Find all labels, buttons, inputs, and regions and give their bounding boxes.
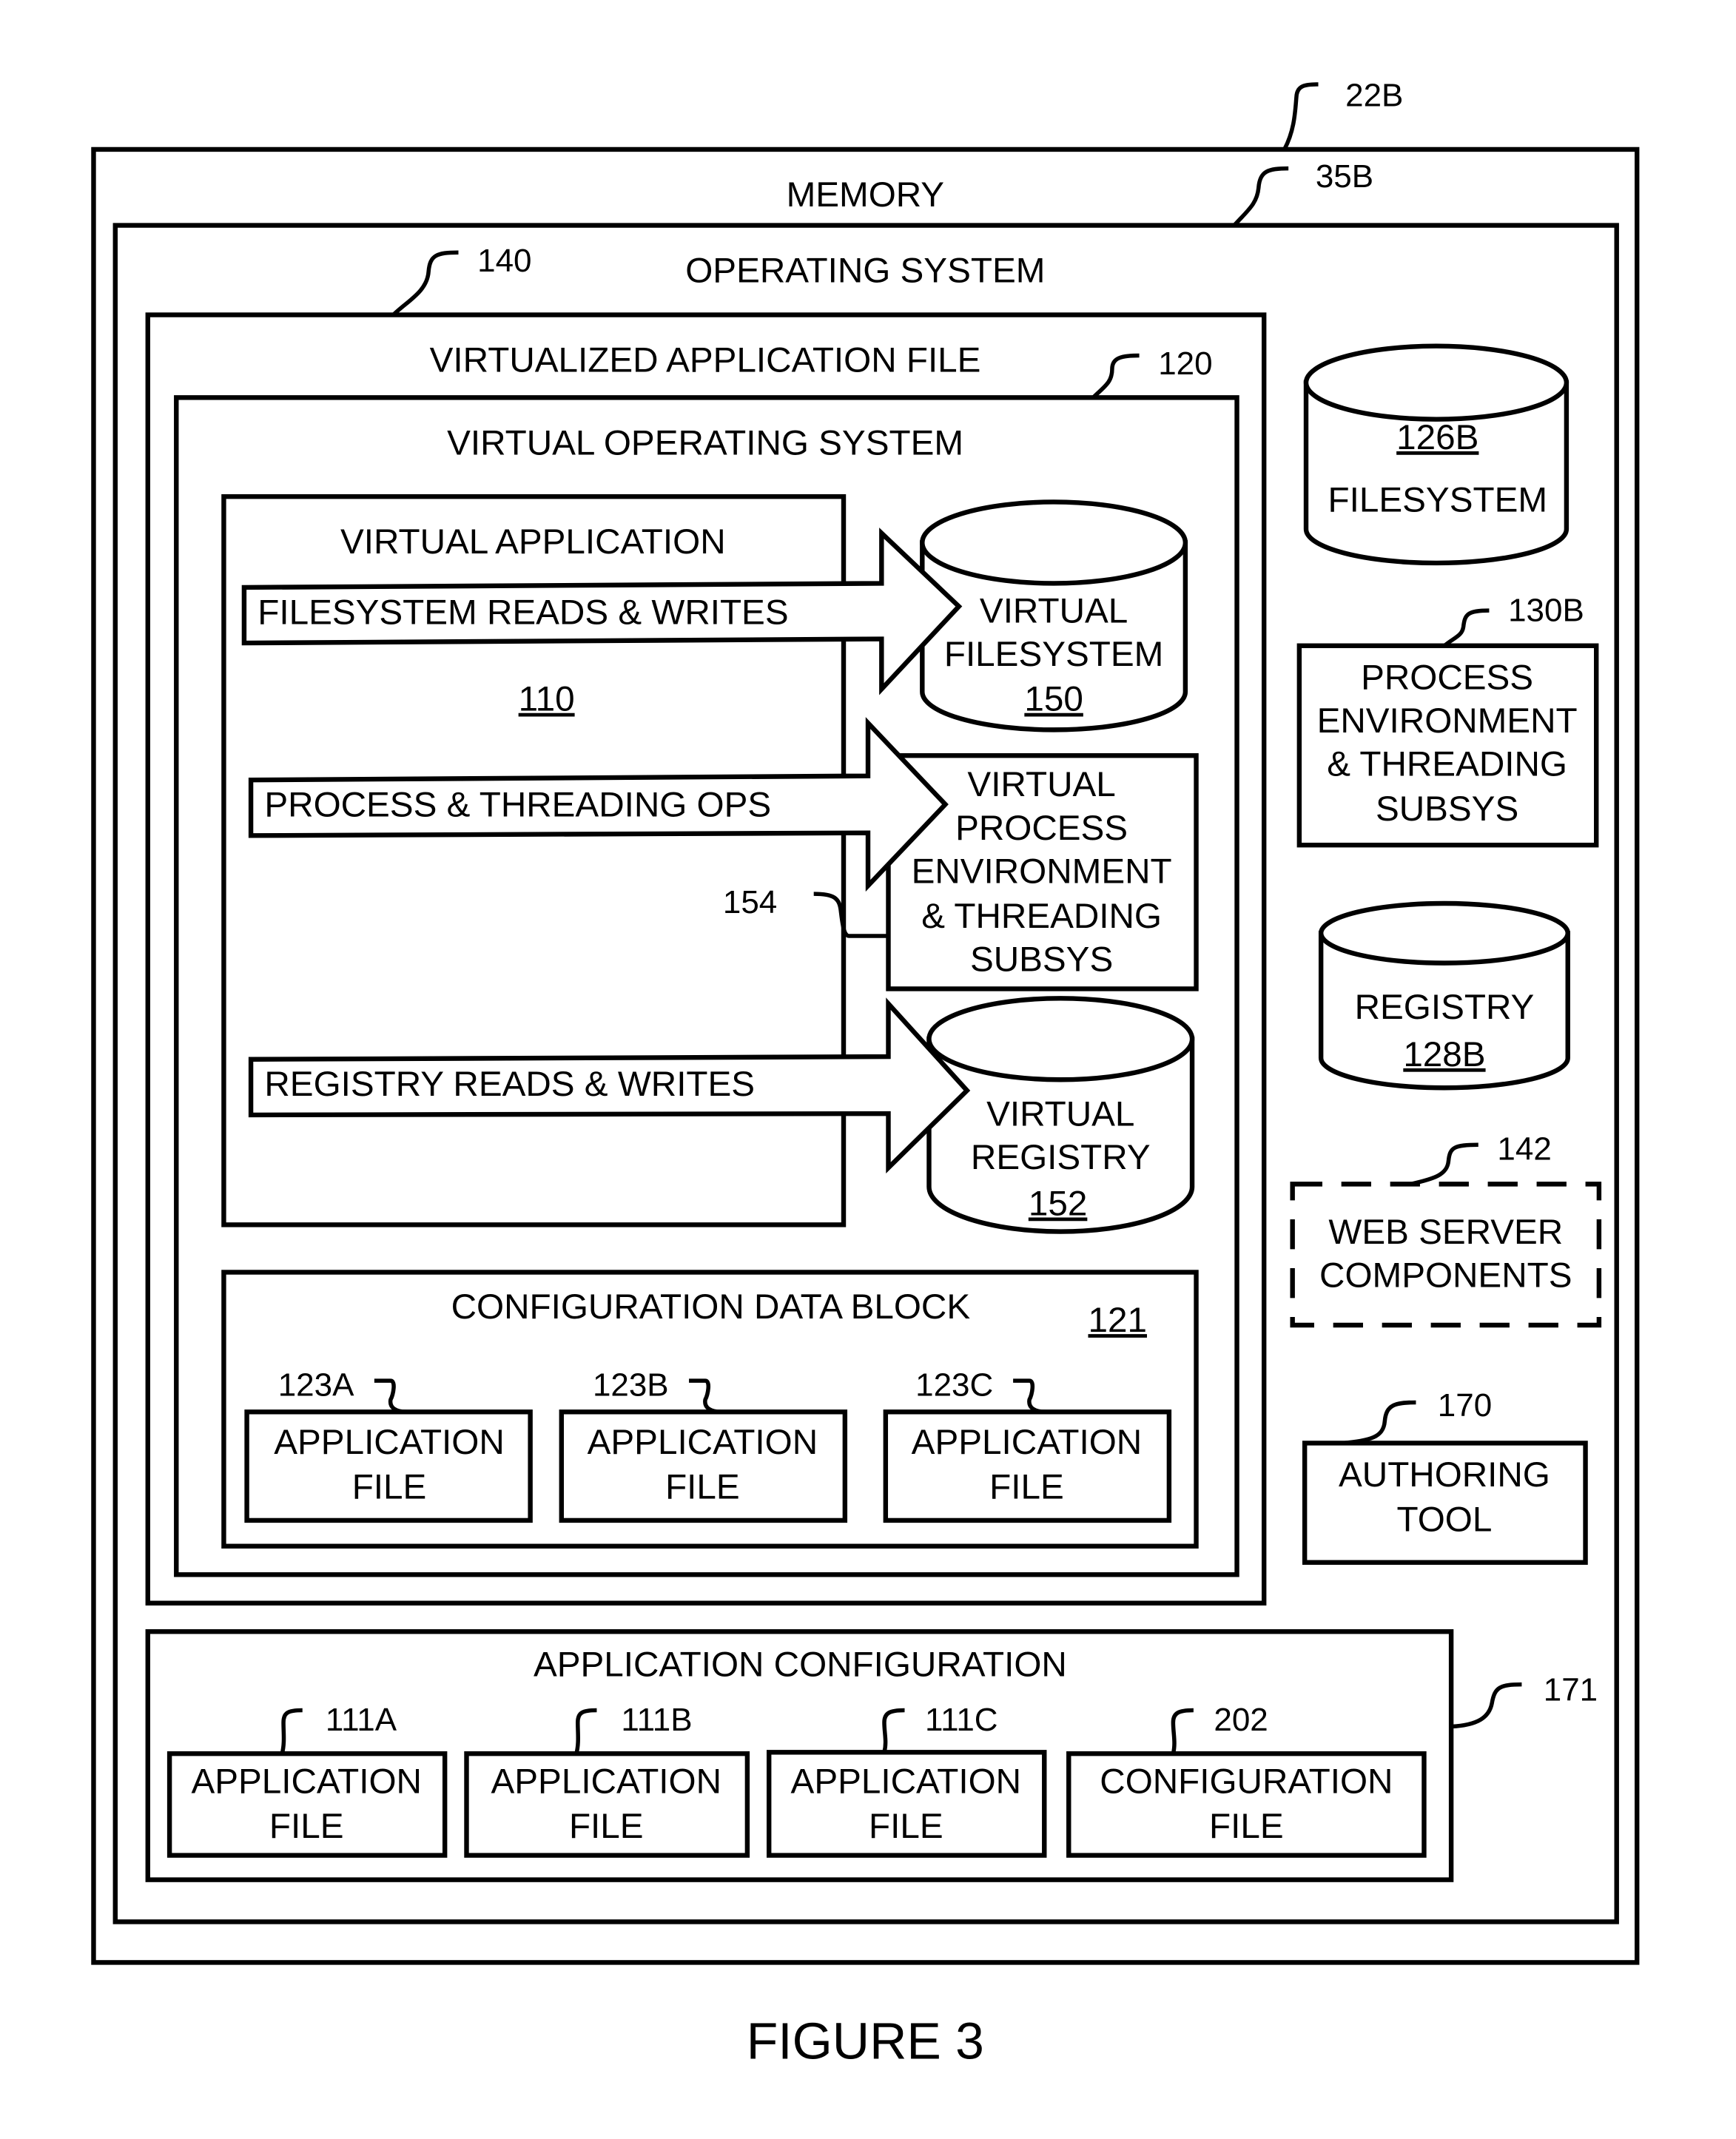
filesystem-ref: 126B xyxy=(1396,418,1478,457)
web-server-line-2: COMPONENTS xyxy=(1319,1256,1572,1296)
virtual-os-label: VIRTUAL OPERATING SYSTEM xyxy=(447,423,963,462)
figure-caption: FIGURE 3 xyxy=(747,2012,984,2070)
app-file-line-2: FILE xyxy=(569,1807,644,1846)
config-app-file-line-2: FILE xyxy=(989,1468,1064,1507)
config-app-file-line-1: APPLICATION xyxy=(912,1423,1143,1462)
virtual-filesystem-line-2: FILESYSTEM xyxy=(944,635,1164,674)
figure-3-diagram: MEMORY 22B OPERATING SYSTEM 35B VIRTUALI… xyxy=(91,77,1640,2070)
config-file-line-1: CONFIGURATION xyxy=(1100,1762,1393,1801)
application-configuration-box: APPLICATION CONFIGURATION 171 111A APPLI… xyxy=(145,1628,1598,1882)
registry-ref: 128B xyxy=(1403,1035,1485,1074)
virtual-process-ref: 154 xyxy=(723,884,777,920)
virtual-process-line-4: & THREADING xyxy=(921,897,1162,936)
authoring-tool-line-1: AUTHORING xyxy=(1339,1455,1550,1495)
operating-system-label: OPERATING SYSTEM xyxy=(685,252,1045,291)
authoring-tool-ref: 170 xyxy=(1438,1387,1492,1424)
virtual-registry-line-2: REGISTRY xyxy=(971,1138,1151,1177)
memory-label: MEMORY xyxy=(787,175,945,215)
registry-label: REGISTRY xyxy=(1355,988,1535,1027)
vos-ref: 120 xyxy=(1158,346,1212,382)
config-app-file-line-2: FILE xyxy=(352,1468,427,1507)
app-configuration-ref: 171 xyxy=(1544,1672,1598,1708)
config-app-file-line-1: APPLICATION xyxy=(588,1423,818,1462)
config-file-line-2: FILE xyxy=(1209,1807,1284,1846)
config-data-block-label: CONFIGURATION DATA BLOCK xyxy=(451,1287,971,1327)
config-app-file-line-2: FILE xyxy=(665,1468,740,1507)
virtual-process-line-5: SUBSYS xyxy=(970,940,1113,980)
process-threading-ops-label: PROCESS & THREADING OPS xyxy=(264,786,771,825)
app-file-line-1: APPLICATION xyxy=(791,1762,1022,1801)
app-file-line-2: FILE xyxy=(869,1807,943,1846)
virtual-application-label: VIRTUAL APPLICATION xyxy=(340,522,726,562)
memory-ref: 22B xyxy=(1345,77,1403,113)
os-ref: 35B xyxy=(1316,158,1373,195)
web-server-line-1: WEB SERVER xyxy=(1328,1213,1563,1252)
config-file-ref: 202 xyxy=(1214,1702,1268,1738)
virtual-registry-ref: 152 xyxy=(1029,1185,1088,1224)
app-file-line-2: FILE xyxy=(269,1807,344,1846)
process-env-line-1: PROCESS xyxy=(1361,658,1533,697)
filesystem-reads-writes-label: FILESYSTEM READS & WRITES xyxy=(258,593,788,632)
app-file-line-1: APPLICATION xyxy=(491,1762,722,1801)
process-env-line-2: ENVIRONMENT xyxy=(1317,701,1578,741)
config-app-file-ref: 123B xyxy=(593,1367,669,1403)
virtual-filesystem-ref: 150 xyxy=(1024,680,1083,719)
filesystem-label: FILESYSTEM xyxy=(1328,480,1548,519)
config-app-file-ref: 123A xyxy=(278,1367,354,1403)
authoring-tool-line-2: TOOL xyxy=(1397,1500,1493,1540)
virtual-registry-cylinder: VIRTUAL REGISTRY 152 xyxy=(926,996,1195,1234)
configuration-data-block: CONFIGURATION DATA BLOCK 121 123A APPLIC… xyxy=(221,1270,1199,1549)
filesystem-cylinder: 126B FILESYSTEM xyxy=(1303,343,1570,566)
app-file-ref: 111C xyxy=(925,1702,998,1738)
virtualized-app-file-label: VIRTUALIZED APPLICATION FILE xyxy=(430,341,981,380)
app-file-ref: 111A xyxy=(326,1702,397,1738)
web-server-ref: 142 xyxy=(1497,1131,1551,1167)
virtual-filesystem-line-1: VIRTUAL xyxy=(980,592,1128,631)
process-env-line-3: & THREADING xyxy=(1327,745,1567,784)
config-app-file-line-1: APPLICATION xyxy=(274,1423,505,1462)
virtual-process-line-1: VIRTUAL xyxy=(967,765,1115,804)
vaf-ref: 140 xyxy=(477,243,531,279)
process-env-ref: 130B xyxy=(1508,593,1584,629)
virtual-application-ref: 110 xyxy=(519,680,575,719)
virtual-filesystem-cylinder: VIRTUAL FILESYSTEM 150 xyxy=(920,499,1188,732)
config-app-file-ref: 123C xyxy=(915,1367,993,1403)
virtual-process-line-2: PROCESS xyxy=(955,809,1128,848)
memory-leader-line xyxy=(1282,82,1319,151)
registry-cylinder: REGISTRY 128B xyxy=(1318,900,1570,1091)
config-data-block-ref: 121 xyxy=(1088,1301,1147,1340)
registry-reads-writes-label: REGISTRY READS & WRITES xyxy=(264,1065,755,1104)
app-file-line-1: APPLICATION xyxy=(191,1762,422,1801)
virtual-process-line-3: ENVIRONMENT xyxy=(912,852,1172,891)
virtual-registry-line-1: VIRTUAL xyxy=(986,1095,1134,1134)
app-configuration-label: APPLICATION CONFIGURATION xyxy=(534,1645,1067,1685)
process-env-line-4: SUBSYS xyxy=(1376,789,1518,829)
app-file-ref: 111B xyxy=(621,1702,692,1738)
